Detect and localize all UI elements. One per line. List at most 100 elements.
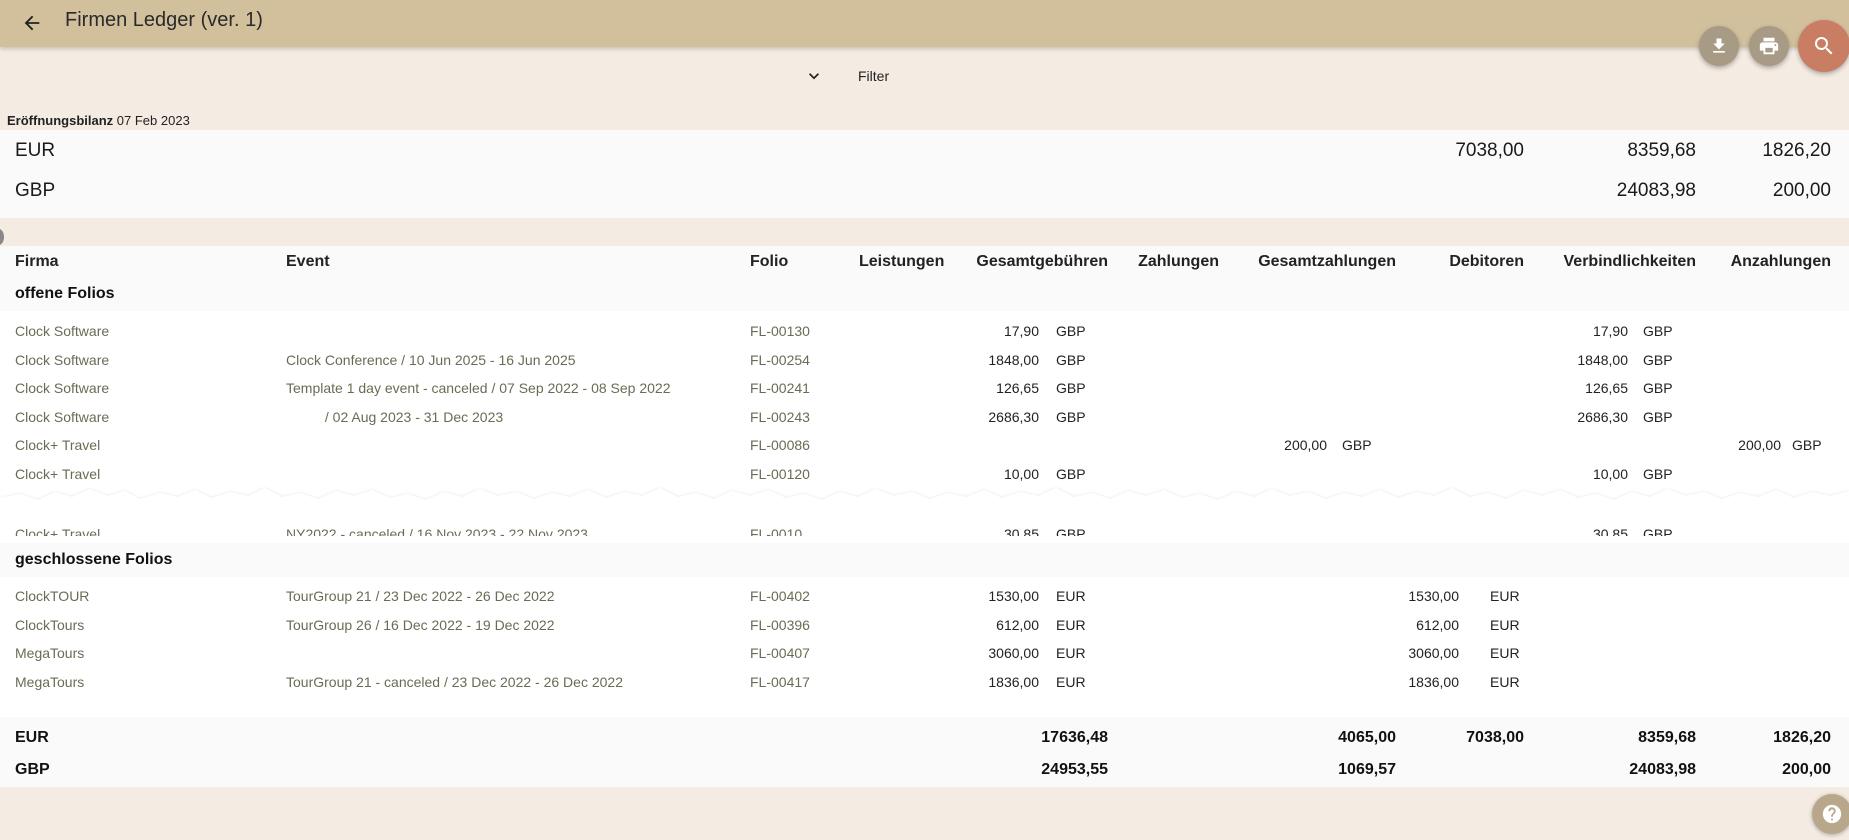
cell-firma[interactable]: Clock+ Travel	[15, 526, 100, 536]
cell-gesamtzahlungen: 200,00	[1284, 437, 1327, 453]
table-row[interactable]: Clock Software Clock Conference / 10 Jun …	[0, 346, 1849, 374]
cell-folio[interactable]: FL-00407	[750, 645, 810, 661]
cell-debitoren-cur: EUR	[1490, 588, 1520, 604]
cell-firma[interactable]: Clock Software	[15, 380, 109, 396]
cell-firma[interactable]: Clock Software	[15, 352, 109, 368]
table-row[interactable]: MegaTours FL-00407 3060,00 EUR 3060,00 EUR	[0, 639, 1849, 667]
table-row[interactable]: ClockTours TourGroup 26 / 16 Dec 2022 - 1…	[0, 611, 1849, 639]
column-header-gesamtgebuehren[interactable]: Gesamtgebühren	[976, 253, 1108, 271]
cell-verbindlichkeiten: 17,90	[1592, 323, 1628, 339]
table-row[interactable]: Clock+ Travel FL-00086 200,00 GBP 200,00 GBP	[0, 431, 1849, 459]
cell-folio[interactable]: FL-00243	[750, 409, 810, 425]
cell-event[interactable]: TourGroup 21 / 23 Dec 2022 - 26 Dec 2022	[286, 588, 555, 604]
column-header-folio[interactable]: Folio	[750, 253, 788, 271]
cell-event[interactable]: TourGroup 26 / 16 Dec 2022 - 19 Dec 2022	[286, 617, 555, 633]
cell-gebuehren: 3060,00	[988, 645, 1039, 661]
cell-event[interactable]: / 02 Aug 2023 - 31 Dec 2023	[286, 409, 503, 425]
cell-debitoren-cur: EUR	[1490, 616, 1520, 633]
cell-gebuehren: 30,85	[1003, 526, 1039, 536]
filter-label[interactable]: Filter	[858, 68, 889, 84]
column-header-leistungen[interactable]: Leistungen	[859, 253, 944, 271]
total-debitoren: 7038,00	[1466, 729, 1524, 746]
cell-firma[interactable]: Clock+ Travel	[15, 437, 100, 453]
total-currency: EUR	[15, 729, 49, 746]
cell-gesamtzahlungen-cur: GBP	[1342, 437, 1372, 453]
cell-verbindlichkeiten-cur: GBP	[1643, 408, 1673, 425]
cell-event[interactable]: NY2022 - canceled / 16 Nov 2023 - 22 Nov…	[286, 526, 588, 536]
help-icon	[1822, 804, 1842, 824]
total-currency: GBP	[15, 761, 50, 778]
back-button[interactable]	[18, 9, 46, 37]
cell-folio[interactable]: FL-00241	[750, 380, 810, 396]
cell-folio[interactable]: FL-00086	[750, 437, 810, 453]
cell-gebuehren-cur: EUR	[1056, 645, 1086, 661]
table-row[interactable]: ClockTOUR TourGroup 21 / 23 Dec 2022 - 26…	[0, 582, 1849, 610]
closed-section-header	[0, 543, 1849, 577]
column-header-gesamtzahlungen[interactable]: Gesamtzahlungen	[1258, 253, 1396, 271]
table-row[interactable]: Clock+ Travel NY2022 - canceled / 16 Nov …	[0, 520, 1849, 536]
cell-folio[interactable]: FL-00130	[750, 323, 810, 339]
opening-row-eur: EUR 7038,00 8359,68 1826,20	[0, 130, 1849, 170]
cell-anzahlungen: 200,00	[1738, 437, 1781, 453]
table-row[interactable]: Clock Software Template 1 day event - can…	[0, 374, 1849, 402]
cell-gebuehren-cur: GBP	[1056, 351, 1086, 368]
cell-debitoren: 612,00	[1416, 616, 1459, 633]
cell-folio[interactable]: FL-00402	[750, 588, 810, 604]
cell-verbindlichkeiten-cur: GBP	[1643, 323, 1673, 339]
cell-event[interactable]: Clock Conference / 10 Jun 2025 - 16 Jun …	[286, 352, 576, 368]
cell-firma[interactable]: Clock Software	[15, 323, 109, 339]
column-header-anzahlungen[interactable]: Anzahlungen	[1731, 253, 1831, 271]
cell-firma[interactable]: MegaTours	[15, 674, 84, 690]
table-row[interactable]: MegaTours TourGroup 21 - canceled / 23 De…	[0, 668, 1849, 696]
cell-folio[interactable]: FL-00396	[750, 617, 810, 633]
table-row[interactable]: Clock Software / 02 Aug 2023 - 31 Dec 20…	[0, 403, 1849, 431]
search-button[interactable]	[1798, 20, 1849, 72]
opening-balance-panel: EUR 7038,00 8359,68 1826,20 GBP 24083,98…	[0, 130, 1849, 218]
opening-debitoren: 7038,00	[1455, 140, 1524, 161]
cell-gebuehren: 1530,00	[988, 588, 1039, 604]
opening-verbindlichkeiten: 24083,98	[1616, 180, 1696, 201]
cell-gebuehren: 1848,00	[988, 351, 1039, 368]
cell-verbindlichkeiten: 126,65	[1585, 380, 1628, 396]
opening-balance-title: Eröffnungsbilanz	[7, 113, 114, 128]
column-header-verbindlichkeiten[interactable]: Verbindlichkeiten	[1564, 253, 1696, 271]
scroll-handle[interactable]	[0, 229, 4, 245]
table-row[interactable]: Clock Software FL-00130 17,90 GBP 17,90 GBP	[0, 317, 1849, 345]
cell-verbindlichkeiten: 30,85	[1592, 526, 1628, 536]
column-header-debitoren[interactable]: Debitoren	[1449, 253, 1524, 271]
cell-verbindlichkeiten-cur: GBP	[1643, 526, 1673, 536]
total-gebuehren: 17636,48	[1041, 729, 1108, 746]
opening-anzahlungen: 1826,20	[1762, 140, 1831, 161]
cell-gebuehren-cur: GBP	[1056, 323, 1086, 339]
cell-gebuehren: 1836,00	[988, 673, 1039, 690]
cell-debitoren: 3060,00	[1408, 645, 1459, 661]
cell-folio[interactable]: FL-00254	[750, 352, 810, 368]
cell-firma[interactable]: ClockTOUR	[15, 588, 89, 604]
filter-toggle[interactable]: Filter	[0, 62, 1849, 92]
column-header-zahlungen[interactable]: Zahlungen	[1138, 253, 1219, 271]
cell-folio[interactable]: FL-0010	[750, 526, 802, 536]
cell-gebuehren-cur: GBP	[1056, 380, 1086, 396]
chevron-down-icon[interactable]	[804, 66, 824, 86]
print-icon	[1759, 37, 1779, 55]
total-anzahlungen: 1826,20	[1773, 729, 1831, 746]
cell-gebuehren-cur: EUR	[1056, 616, 1086, 633]
column-header-event[interactable]: Event	[286, 253, 330, 271]
cell-folio[interactable]: FL-00417	[750, 674, 810, 690]
cell-firma[interactable]: MegaTours	[15, 645, 84, 661]
opening-anzahlungen: 200,00	[1772, 180, 1831, 201]
download-button[interactable]	[1699, 26, 1739, 66]
totals-row: GBP 24953,55 1069,57 24083,98 200,00	[0, 754, 1849, 786]
cell-gebuehren-cur: EUR	[1056, 673, 1086, 690]
opening-row-gbp: GBP 24083,98 200,00	[0, 170, 1849, 210]
cell-firma[interactable]: ClockTours	[15, 617, 84, 633]
help-button[interactable]	[1812, 794, 1849, 834]
print-button[interactable]	[1749, 26, 1789, 66]
cell-event[interactable]: Template 1 day event - canceled / 07 Sep…	[286, 380, 671, 396]
cell-gebuehren-cur: EUR	[1056, 588, 1086, 604]
cell-firma[interactable]: Clock Software	[15, 409, 109, 425]
cell-verbindlichkeiten-cur: GBP	[1643, 351, 1673, 368]
column-header-firma[interactable]: Firma	[15, 253, 59, 271]
cell-event[interactable]: TourGroup 21 - canceled / 23 Dec 2022 - …	[286, 674, 623, 690]
cell-anzahlungen-cur: GBP	[1792, 437, 1822, 453]
